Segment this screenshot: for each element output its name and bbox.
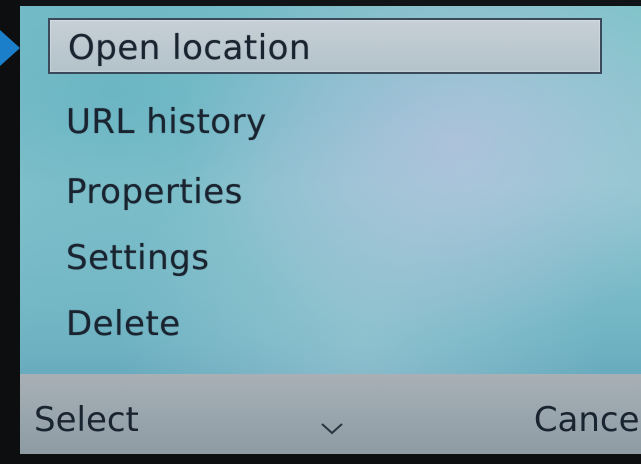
phone-screen: Open location URL history Properties Set…	[20, 6, 641, 454]
menu-item-settings[interactable]: Settings	[48, 230, 602, 286]
select-softkey[interactable]: Select	[34, 396, 139, 444]
cancel-softkey[interactable]: Cancel	[534, 396, 641, 444]
chevron-down-icon[interactable]	[320, 422, 344, 436]
options-menu: Open location URL history Properties Set…	[48, 6, 633, 374]
phone-display: Open location URL history Properties Set…	[0, 0, 641, 464]
menu-item-open-location[interactable]: Open location	[48, 18, 602, 74]
arrow-pointer-icon	[0, 30, 20, 66]
softkey-bar: Select Cancel	[20, 374, 641, 454]
menu-item-url-history[interactable]: URL history	[48, 94, 602, 150]
menu-item-delete[interactable]: Delete	[48, 296, 602, 352]
menu-item-properties[interactable]: Properties	[48, 164, 602, 220]
